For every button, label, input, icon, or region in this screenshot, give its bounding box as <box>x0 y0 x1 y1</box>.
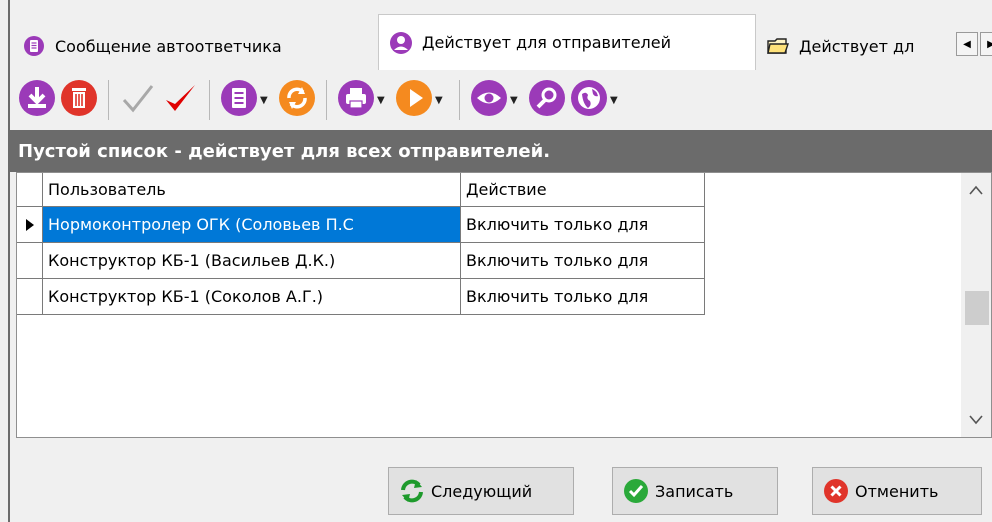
check-gray-icon <box>120 80 156 120</box>
print-icon <box>337 79 375 121</box>
accept-disabled-button[interactable] <box>117 79 159 121</box>
info-bar: Пустой список - действует для всех отпра… <box>10 130 992 172</box>
save-button-label: Записать <box>655 481 734 501</box>
next-button-label: Следующий <box>431 481 533 501</box>
eye-icon <box>470 79 508 121</box>
play-button[interactable] <box>393 79 435 121</box>
chevron-down-icon[interactable]: ▼ <box>435 95 449 106</box>
refresh-button[interactable] <box>276 79 318 121</box>
vertical-scrollbar[interactable] <box>961 173 991 437</box>
row-indicator[interactable] <box>17 279 43 315</box>
table-cell-action[interactable]: Включить только для <box>461 207 705 243</box>
search-icon <box>528 79 566 121</box>
scroll-thumb[interactable] <box>965 291 989 325</box>
toolbar-separator <box>326 80 327 120</box>
toolbar: ▼ ▼ ▼ ▼ ▼ <box>10 70 992 130</box>
row-indicator[interactable] <box>17 243 43 279</box>
toolbar-separator <box>209 80 210 120</box>
download-button[interactable] <box>16 79 58 121</box>
check-red-icon <box>162 80 198 120</box>
save-button[interactable]: Записать <box>612 467 778 515</box>
document-menu-button[interactable] <box>218 79 260 121</box>
chevron-down-icon <box>969 415 983 425</box>
tab-applies-to-senders[interactable]: Действует для отправителей <box>378 14 756 70</box>
play-icon <box>395 79 433 121</box>
download-icon <box>18 79 56 121</box>
column-header-user[interactable]: Пользователь <box>43 173 461 207</box>
chevron-down-icon[interactable]: ▼ <box>510 95 524 106</box>
row-indicator-current[interactable] <box>17 207 43 243</box>
cancel-button[interactable]: Отменить <box>812 467 982 515</box>
user-icon <box>389 31 413 55</box>
accept-button[interactable] <box>159 79 201 121</box>
current-row-arrow-icon <box>25 218 34 231</box>
table-cell-user[interactable]: Конструктор КБ-1 (Соколов А.Г.) <box>43 279 461 315</box>
check-circle-icon <box>623 478 649 504</box>
table-cell-user[interactable]: Конструктор КБ-1 (Васильев Д.К.) <box>43 243 461 279</box>
trash-icon <box>60 79 98 121</box>
tab-scroll-arrows: ◀ ▶ <box>954 32 992 56</box>
tab-bar: Сообщение автоответчика Действует для от… <box>10 0 992 70</box>
tab-scroll-right-button[interactable]: ▶ <box>980 32 992 56</box>
tab-label: Действует дл <box>799 36 915 56</box>
chevron-up-icon <box>969 185 983 195</box>
globe-icon <box>570 79 608 121</box>
column-header-action[interactable]: Действие <box>461 173 705 207</box>
chevron-down-icon[interactable]: ▼ <box>377 95 391 106</box>
document-icon <box>22 34 46 58</box>
tab-label: Сообщение автоответчика <box>55 36 282 56</box>
next-button[interactable]: Следующий <box>388 467 574 515</box>
chevron-down-icon[interactable]: ▼ <box>260 95 274 106</box>
row-indicator-header <box>17 173 43 207</box>
document-menu-icon <box>220 79 258 121</box>
table-cell-user[interactable]: Нормоконтролер ОГК (Соловьев П.С <box>43 207 461 243</box>
cancel-button-label: Отменить <box>855 481 939 501</box>
toolbar-separator <box>108 80 109 120</box>
refresh-green-icon <box>399 478 425 504</box>
search-button[interactable] <box>526 79 568 121</box>
print-button[interactable] <box>335 79 377 121</box>
refresh-icon <box>278 79 316 121</box>
folder-icon <box>766 34 790 58</box>
globe-button[interactable] <box>568 79 610 121</box>
delete-button[interactable] <box>58 79 100 121</box>
table-cell-action[interactable]: Включить только для <box>461 279 705 315</box>
table-cell-action[interactable]: Включить только для <box>461 243 705 279</box>
scroll-up-button[interactable] <box>961 175 991 205</box>
toolbar-separator <box>459 80 460 120</box>
view-button[interactable] <box>468 79 510 121</box>
scroll-down-button[interactable] <box>961 405 991 435</box>
chevron-down-icon[interactable]: ▼ <box>610 95 624 106</box>
close-circle-icon <box>823 478 849 504</box>
tab-autoreply-message[interactable]: Сообщение автоответчика <box>12 28 380 64</box>
senders-table: Пользователь Действие Нормоконтролер ОГК… <box>16 172 992 438</box>
tab-label: Действует для отправителей <box>422 33 671 52</box>
tab-scroll-left-button[interactable]: ◀ <box>956 32 978 56</box>
tab-applies-to-truncated[interactable]: Действует дл <box>756 28 952 64</box>
